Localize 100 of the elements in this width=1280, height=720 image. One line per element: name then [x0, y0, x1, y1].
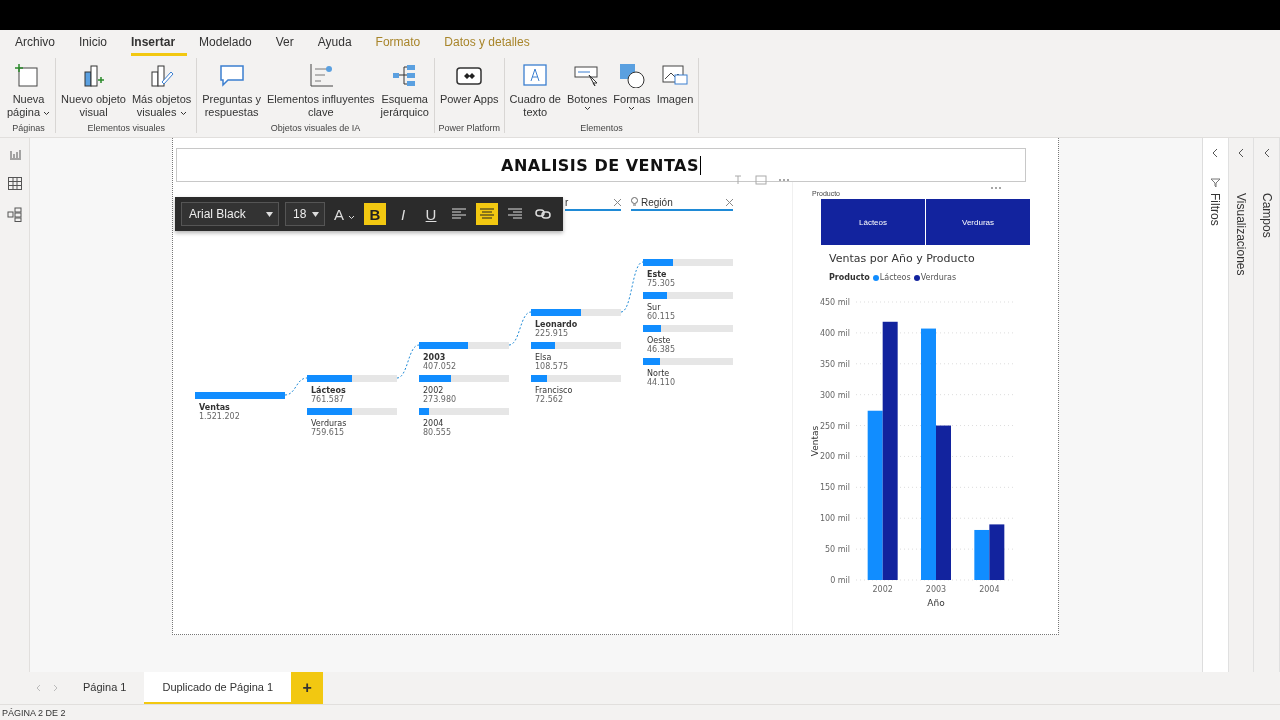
level-header[interactable]: Región	[631, 195, 733, 211]
node-label: 2002	[423, 386, 445, 395]
size-dropdown[interactable]: 18	[285, 202, 325, 226]
slicer-option[interactable]: Verduras	[926, 199, 1030, 245]
node-bar[interactable]	[419, 375, 509, 382]
caret-icon	[43, 111, 51, 116]
ribbon-button[interactable]: Botones	[564, 62, 610, 123]
font-dropdown[interactable]: Arial Black	[181, 202, 279, 226]
ribbon-button[interactable]: Nuevo objeto visual	[59, 62, 128, 123]
node-bar[interactable]	[531, 309, 621, 316]
caret-icon	[179, 111, 187, 116]
node-value: 1.521.202	[199, 412, 241, 421]
level-header[interactable]: r	[565, 195, 621, 211]
page-tab[interactable]: Duplicado de Página 1	[144, 672, 292, 704]
menu-tab[interactable]: Modelado	[199, 30, 264, 56]
menu-tab[interactable]: Ayuda	[317, 30, 364, 56]
side-pane[interactable]: Filtros	[1203, 138, 1229, 672]
visual-header-icons[interactable]	[732, 175, 792, 185]
x-tick-label: 2004	[979, 585, 1000, 594]
slicer-option[interactable]: Lácteos	[821, 199, 925, 245]
node-value: 407.052	[423, 362, 458, 371]
table-icon[interactable]	[7, 177, 22, 190]
y-tick-label: 350 mil	[819, 359, 850, 369]
ribbon-icon	[521, 62, 550, 88]
x-tick-label: 2002	[872, 585, 893, 594]
caret-icon	[348, 214, 355, 220]
x-tick-label: 2003	[925, 585, 947, 594]
group-label: Páginas	[11, 123, 46, 133]
y-tick-label: 50 mil	[825, 545, 850, 555]
add-page-button[interactable]: +	[291, 672, 324, 704]
ribbon-icon	[660, 62, 689, 88]
ribbon-button[interactable]: Nueva página	[5, 62, 53, 123]
node-label: Ventas	[199, 403, 231, 412]
ribbon-button[interactable]: Cuadro de texto	[507, 62, 563, 123]
y-tick-label: 300 mil	[819, 390, 850, 400]
group-label: Power Platform	[437, 123, 501, 133]
page-tab[interactable]: Página 1	[65, 672, 145, 704]
ribbon-button[interactable]: Imagen	[654, 62, 696, 123]
pane-title: Visualizaciones	[1234, 193, 1248, 276]
menu-tab[interactable]: Archivo	[15, 30, 67, 56]
group-label: Objetos visuales de IA	[269, 123, 362, 133]
close-icon	[726, 198, 733, 206]
node-value: 80.555	[423, 428, 452, 437]
legend-title: Producto	[829, 273, 870, 282]
chevron-left-icon	[1212, 148, 1219, 158]
connector-line	[396, 344, 420, 379]
model-icon[interactable]	[7, 207, 22, 222]
dropdown-arrow-icon	[312, 211, 319, 217]
node-bar[interactable]	[307, 375, 397, 382]
ribbon-button[interactable]: Power Apps	[437, 62, 501, 123]
node-label: Este	[647, 270, 668, 279]
align-left-icon	[452, 208, 466, 220]
ribbon-button[interactable]: Preguntas y respuestas	[200, 62, 263, 123]
title-textbox[interactable]: ANALISIS DE VENTAS	[176, 148, 1026, 182]
node-value: 44.110	[647, 378, 676, 387]
node-label: Oeste	[647, 336, 672, 345]
node-label: 2004	[423, 419, 445, 428]
node-value: 72.562	[535, 395, 564, 404]
pane-title: Campos	[1259, 193, 1274, 238]
italic-button[interactable]: I	[392, 203, 414, 225]
node-bar[interactable]	[643, 358, 733, 365]
node-value: 108.575	[535, 362, 570, 371]
color-button[interactable]: A	[331, 203, 358, 225]
ribbon-button[interactable]: Formas	[611, 62, 653, 123]
node-label: Verduras	[311, 419, 348, 428]
node-value: 46.385	[647, 345, 676, 354]
ribbon-button[interactable]: Más objetos visuales	[129, 62, 194, 123]
caret-icon	[583, 106, 591, 111]
align-center-button[interactable]	[476, 203, 498, 225]
connector-line	[508, 311, 532, 346]
menu-tab[interactable]: Ver	[275, 30, 306, 56]
bold-button[interactable]: B	[364, 203, 386, 225]
node-bar[interactable]	[419, 342, 509, 349]
ribbon-icon	[217, 62, 246, 88]
node-bar[interactable]	[307, 408, 397, 415]
node-bar[interactable]	[419, 408, 509, 415]
ribbon-button[interactable]: Esquema jerárquico	[378, 62, 431, 123]
connector-line	[284, 377, 308, 396]
report-view-icon[interactable]	[8, 148, 21, 160]
chevron-left-icon	[1263, 148, 1270, 158]
node-bar[interactable]	[643, 259, 733, 266]
ribbon-button[interactable]: Elementos influyentes clave	[264, 62, 377, 123]
node-bar[interactable]	[531, 342, 621, 349]
caret-icon	[628, 106, 636, 111]
y-tick-label: 150 mil	[819, 483, 850, 493]
align-center-icon	[480, 208, 494, 220]
node-bar[interactable]	[531, 375, 621, 382]
bar	[974, 529, 990, 580]
more-options-icon[interactable]	[990, 186, 1002, 190]
node-bar[interactable]	[643, 325, 733, 332]
bulb-icon	[631, 197, 638, 207]
node-label: Norte	[647, 369, 671, 378]
node-label: Sur	[647, 303, 662, 312]
status-bar: PÁGINA 2 DE 2	[0, 704, 1280, 720]
node-bar[interactable]	[643, 292, 733, 299]
y-axis-title: Ventas	[810, 425, 820, 457]
node-bar[interactable]	[195, 392, 285, 399]
menu-tab[interactable]: Inicio	[79, 30, 120, 56]
underline-button[interactable]: U	[420, 203, 442, 225]
node-value: 273.980	[423, 395, 458, 404]
